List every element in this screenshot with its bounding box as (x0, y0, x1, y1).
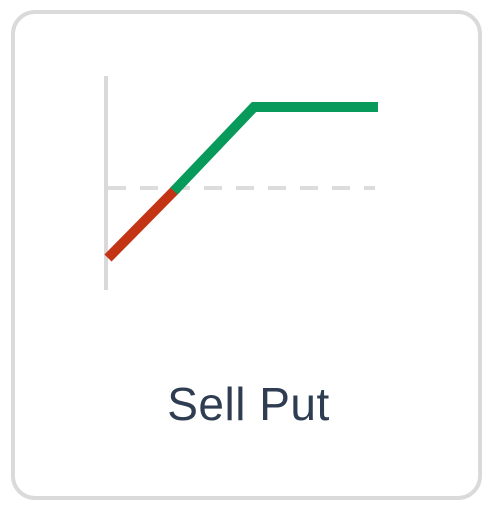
strategy-label: Sell Put (167, 378, 330, 430)
loss-segment (104, 184, 181, 262)
sell-put-payoff-icon (104, 76, 378, 290)
profit-segment (170, 102, 378, 195)
